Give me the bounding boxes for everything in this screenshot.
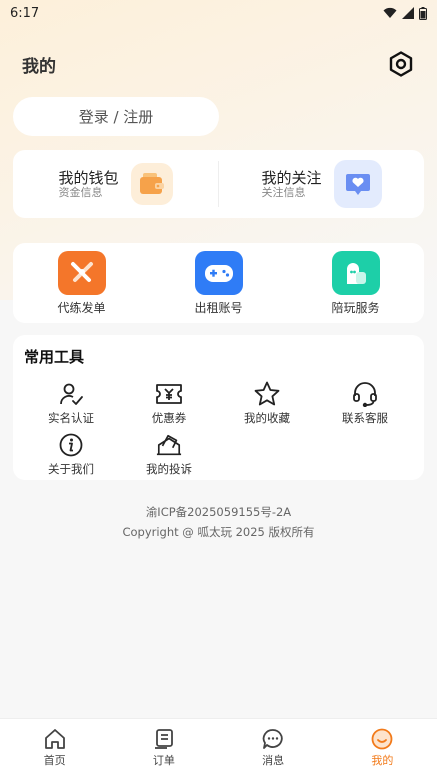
gamepad-icon: [194, 250, 243, 295]
tab-messages[interactable]: 消息: [233, 728, 313, 768]
settings-icon: [389, 51, 413, 77]
tab-mine[interactable]: 我的: [342, 728, 422, 768]
tool-real-name-auth[interactable]: 实名认证: [31, 381, 111, 426]
info-icon: [58, 432, 84, 458]
wallet-icon: [130, 163, 173, 205]
wallet-card: 我的钱包 资金信息 我的关注 关注信息: [13, 150, 424, 218]
signal-icon: [402, 7, 414, 19]
tool-label: 我的投诉: [146, 462, 192, 476]
my-wallet-subtitle: 资金信息: [58, 185, 103, 199]
page-title: 我的: [22, 56, 56, 77]
tab-label: 我的: [371, 754, 394, 767]
services-card: 代练发单 出租账号 陪玩服务: [13, 243, 424, 323]
service-boosting-order[interactable]: 代练发单: [37, 250, 127, 316]
tool-label: 联系客服: [342, 411, 388, 425]
tool-customer-service[interactable]: 联系客服: [325, 381, 405, 426]
follow-heart-icon: [333, 160, 382, 208]
tool-label: 优惠券: [151, 411, 187, 425]
wifi-icon: [383, 7, 397, 18]
tools-title: 常用工具: [24, 348, 85, 366]
tool-label: 我的收藏: [244, 411, 290, 425]
status-bar: 6:17: [0, 0, 437, 26]
complaint-icon: [156, 432, 182, 458]
home-icon: [44, 729, 65, 749]
star-icon: [254, 381, 280, 407]
service-label: 陪玩服务: [331, 300, 380, 315]
coupon-icon: [156, 381, 182, 407]
tool-label: 关于我们: [48, 462, 94, 476]
service-label: 代练发单: [57, 300, 106, 315]
copyright-text: Copyright @ 呱太玩 2025 版权所有: [122, 525, 315, 539]
common-tools-card: 常用工具 实名认证 优惠券 我的收藏 联系客服 关于我们 我的投诉: [13, 335, 424, 480]
user-check-icon: [58, 381, 84, 407]
tool-coupons[interactable]: 优惠券: [129, 381, 209, 426]
tool-about-us[interactable]: 关于我们: [31, 432, 111, 477]
page-header: 我的: [0, 44, 437, 84]
smile-icon: [371, 728, 393, 750]
status-time: 6:17: [10, 5, 40, 21]
my-follow-subtitle: 关注信息: [261, 185, 306, 199]
tab-label: 消息: [262, 754, 285, 767]
my-wallet-item[interactable]: 我的钱包 资金信息: [13, 150, 218, 218]
companion-icon: [331, 250, 380, 295]
tool-label: 实名认证: [48, 411, 94, 425]
my-follow-item[interactable]: 我的关注 关注信息: [219, 150, 424, 218]
tool-my-complaints[interactable]: 我的投诉: [129, 432, 209, 477]
service-rent-account[interactable]: 出租账号: [174, 250, 264, 316]
my-wallet-title: 我的钱包: [58, 168, 119, 187]
battery-icon: [419, 6, 427, 20]
tool-favorites[interactable]: 我的收藏: [227, 381, 307, 426]
service-label: 出租账号: [194, 300, 243, 315]
bottom-tab-bar: 首页 订单 消息 我的: [0, 718, 437, 777]
tab-home[interactable]: 首页: [15, 728, 95, 768]
login-register-button[interactable]: 登录 / 注册: [13, 97, 219, 136]
icp-record[interactable]: 渝ICP备2025059155号-2A: [0, 504, 437, 520]
tab-label: 订单: [152, 754, 175, 767]
tab-orders[interactable]: 订单: [124, 728, 204, 768]
message-icon: [262, 729, 283, 749]
status-icons: [383, 6, 427, 20]
my-follow-title: 我的关注: [261, 168, 322, 187]
sword-icon: [57, 250, 106, 295]
service-play-companion[interactable]: 陪玩服务: [311, 250, 401, 316]
tab-label: 首页: [43, 754, 66, 767]
headset-icon: [352, 381, 378, 407]
settings-button[interactable]: [387, 50, 415, 78]
order-icon: [154, 729, 173, 749]
